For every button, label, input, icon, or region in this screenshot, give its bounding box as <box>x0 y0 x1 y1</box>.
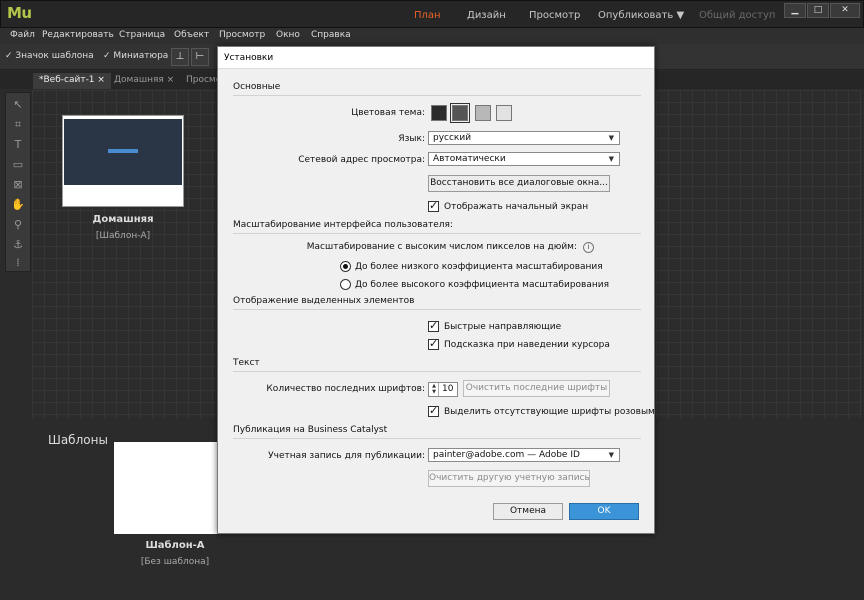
theme-swatch-dark[interactable] <box>450 103 470 123</box>
section-scaling: Масштабирование интерфейса пользователя: <box>233 220 641 234</box>
muse-logo: Mu <box>7 4 32 22</box>
smart-guides-checkbox[interactable] <box>428 319 439 332</box>
selection-tool-icon[interactable]: ↖ <box>10 97 26 113</box>
cancel-button[interactable]: Отмена <box>493 503 563 520</box>
crop-tool-icon[interactable]: ⌗ <box>10 117 26 133</box>
text-tool-icon[interactable]: T <box>10 137 26 153</box>
clear-account-button[interactable]: Очистить другую учетную запись <box>428 470 590 487</box>
account-value: painter@adobe.com — Adobe ID <box>433 450 580 460</box>
mini-logo <box>108 149 138 153</box>
scale-low-label: До более низкого коэффициента масштабиро… <box>355 262 603 272</box>
nav-share[interactable]: Общий доступ <box>699 10 775 21</box>
nav-plan[interactable]: План <box>414 10 441 21</box>
hover-hint-label: Подсказка при наведении курсора <box>444 340 610 350</box>
highlight-missing-fonts-label: Выделить отсутствующие шрифты розовым <box>444 407 655 417</box>
template-icon-toggle[interactable]: ✓ Значок шаблона <box>5 51 94 61</box>
theme-swatch-darkest[interactable] <box>431 105 447 121</box>
ok-button[interactable]: OK <box>569 503 639 520</box>
close-icon[interactable]: ✕ <box>830 3 860 18</box>
template-master: [Без шаблона] <box>140 557 210 567</box>
chevron-down-icon: ▼ <box>608 134 614 142</box>
color-theme-label: Цветовая тема: <box>351 108 425 118</box>
tab-home[interactable]: Домашняя × <box>108 73 180 89</box>
recent-fonts-value: 10 <box>442 384 454 394</box>
nav-publish[interactable]: Опубликовать ▼ <box>598 10 684 21</box>
section-publishing: Публикация на Business Catalyst <box>233 425 641 439</box>
theme-swatch-light[interactable] <box>475 105 491 121</box>
hidpi-label: Масштабирование с высоким числом пиксело… <box>306 242 577 252</box>
preview-address-value: Автоматически <box>433 154 506 164</box>
nav-preview[interactable]: Просмотр <box>529 10 580 21</box>
show-welcome-label: Отображать начальный экран <box>444 202 589 212</box>
sitemap-horizontal-icon[interactable]: ⊥ <box>171 48 189 66</box>
menu-page[interactable]: Страница <box>119 30 165 40</box>
menu-file[interactable]: Файл <box>10 30 35 40</box>
language-select[interactable]: русский ▼ <box>428 131 620 145</box>
menu-edit[interactable]: Редактировать <box>42 30 114 40</box>
account-select[interactable]: painter@adobe.com — Adobe ID ▼ <box>428 448 620 462</box>
dialog-titlebar[interactable]: Установки <box>218 47 654 69</box>
section-text: Текст <box>233 358 641 372</box>
thumbnail-toggle[interactable]: ✓ Миниатюра <box>103 51 168 61</box>
rectangle-tool-icon[interactable]: ▭ <box>10 157 26 173</box>
tools-panel: ↖ ⌗ T ▭ ⊠ ✋ ⚲ ⚓ ⁞ <box>5 92 31 272</box>
minimize-icon[interactable]: ▁ <box>784 3 806 18</box>
dialog-title: Установки <box>224 53 274 63</box>
image-frame-tool-icon[interactable]: ⊠ <box>10 177 26 193</box>
language-value: русский <box>433 133 472 143</box>
clear-recent-fonts-button[interactable]: Очистить последние шрифты <box>463 380 610 397</box>
smart-guides-label: Быстрые направляющие <box>444 322 562 332</box>
theme-swatch-lightest[interactable] <box>496 105 512 121</box>
home-page-master: [Шаблон-А] <box>95 231 151 241</box>
app-titlebar: Mu План Дизайн Просмотр Опубликовать ▼ О… <box>0 0 864 28</box>
home-page-name[interactable]: Домашняя <box>62 214 184 225</box>
show-welcome-checkbox[interactable] <box>428 199 439 212</box>
maximize-icon[interactable]: □ <box>807 3 829 18</box>
nav-design[interactable]: Дизайн <box>467 10 506 21</box>
sitemap-vertical-icon[interactable]: ⊢ <box>191 48 209 66</box>
chevron-down-icon: ▼ <box>608 451 614 459</box>
info-icon[interactable]: i <box>583 242 594 253</box>
scale-low-radio[interactable] <box>340 261 351 272</box>
tab-website[interactable]: *Веб-сайт-1 × <box>33 73 111 89</box>
preferences-dialog: Установки Основные Цветовая тема: Язык: … <box>217 46 655 534</box>
language-label: Язык: <box>398 134 425 144</box>
hover-hint-checkbox[interactable] <box>428 337 439 350</box>
templates-title: Шаблоны <box>48 433 108 447</box>
widgets-tool-icon[interactable]: ⁞ <box>10 255 26 271</box>
zoom-tool-icon[interactable]: ⚲ <box>10 217 26 233</box>
template-name[interactable]: Шаблон-А <box>114 540 236 551</box>
highlight-missing-fonts-checkbox[interactable] <box>428 404 439 417</box>
section-selection: Отображение выделенных элементов <box>233 296 641 310</box>
scale-high-label: До более высокого коэффициента масштабир… <box>355 280 610 290</box>
preview-address-select[interactable]: Автоматически ▼ <box>428 152 620 166</box>
thumbnail-label: Миниатюра <box>113 51 169 61</box>
home-page-preview <box>64 119 182 185</box>
recent-fonts-stepper[interactable]: ▲ ▼ 10 <box>428 382 458 397</box>
home-page-thumbnail[interactable] <box>62 115 184 207</box>
scale-high-radio[interactable] <box>340 279 351 290</box>
menu-bar: Файл Редактировать Страница Объект Просм… <box>0 28 864 44</box>
chevron-down-icon: ▼ <box>608 155 614 163</box>
preview-address-label: Сетевой адрес просмотра: <box>298 155 425 165</box>
anchor-tool-icon[interactable]: ⚓ <box>10 237 26 253</box>
menu-window[interactable]: Окно <box>276 30 300 40</box>
menu-view[interactable]: Просмотр <box>219 30 265 40</box>
account-label: Учетная запись для публикации: <box>268 451 425 461</box>
menu-object[interactable]: Объект <box>174 30 209 40</box>
template-icon-label: Значок шаблона <box>15 51 94 61</box>
hand-tool-icon[interactable]: ✋ <box>10 197 26 213</box>
recent-fonts-label: Количество последних шрифтов: <box>266 384 425 394</box>
section-general: Основные <box>233 82 641 96</box>
menu-help[interactable]: Справка <box>311 30 351 40</box>
reset-dialogs-button[interactable]: Восстановить все диалоговые окна... <box>428 175 610 192</box>
stepper-arrows-icon[interactable]: ▲ ▼ <box>430 383 439 396</box>
